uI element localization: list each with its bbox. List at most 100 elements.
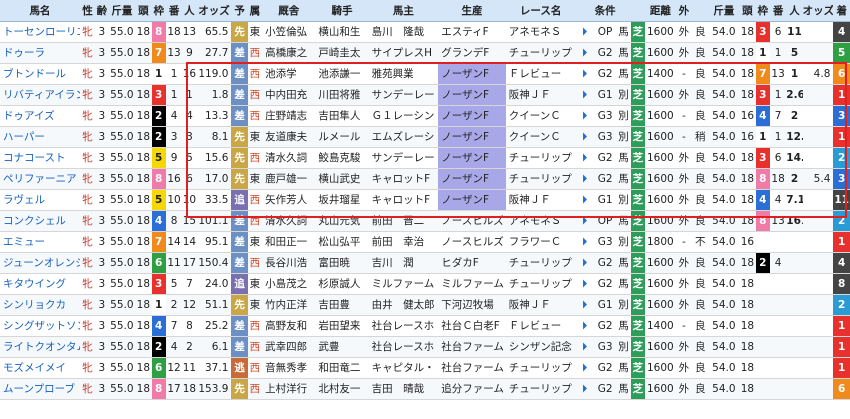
race-name-cell[interactable]: Ｆレビュー — [505, 63, 576, 85]
jockey-cell[interactable]: 川田将雅 — [315, 84, 369, 106]
horse-name-link[interactable]: ラヴェル — [0, 189, 80, 211]
column-header[interactable]: 騎手 — [315, 0, 369, 22]
race-name-cell[interactable]: フラワーＣ — [505, 231, 576, 253]
trainer-cell[interactable]: 友道康夫 — [262, 126, 316, 148]
race-name-cell[interactable]: チューリップ — [505, 42, 576, 64]
column-header[interactable]: 頭 — [739, 0, 756, 22]
race-name-cell[interactable]: チューリップ — [505, 252, 576, 274]
column-header[interactable]: 距離 — [645, 0, 676, 22]
horse-name-link[interactable]: モズメイメイ — [0, 357, 80, 379]
column-header[interactable]: 厩舎 — [262, 0, 316, 22]
trainer-cell[interactable]: 上村洋行 — [262, 378, 316, 400]
jockey-cell[interactable]: 池添謙一 — [315, 63, 369, 85]
play-icon[interactable]: ⏵ — [575, 336, 594, 358]
column-header[interactable]: 馬名 — [0, 0, 80, 22]
jockey-cell[interactable]: ルメール — [315, 126, 369, 148]
race-name-cell[interactable]: チューリップ — [505, 147, 576, 169]
play-icon[interactable]: ⏵ — [575, 252, 594, 274]
play-icon[interactable]: ⏵ — [575, 84, 594, 106]
play-icon[interactable]: ⏵ — [575, 21, 594, 43]
trainer-cell[interactable]: 矢作芳人 — [262, 189, 316, 211]
column-header[interactable]: 人 — [786, 0, 803, 22]
trainer-cell[interactable]: 小島茂之 — [262, 273, 316, 295]
column-header[interactable]: 斤量 — [708, 0, 740, 22]
column-header[interactable]: 性 — [79, 0, 96, 22]
column-header[interactable]: オッズ — [196, 0, 232, 22]
race-name-cell[interactable]: チューリップ — [505, 378, 576, 400]
horse-name-link[interactable]: ハーパー — [0, 126, 80, 148]
column-header[interactable] — [630, 0, 646, 22]
race-name-cell[interactable]: 阪神ＪＦ — [505, 294, 576, 316]
play-icon[interactable]: ⏵ — [575, 273, 594, 295]
jockey-cell[interactable]: 坂井瑠星 — [315, 189, 369, 211]
trainer-cell[interactable]: 高橋康之 — [262, 42, 316, 64]
trainer-cell[interactable]: 高野友和 — [262, 315, 316, 337]
column-header[interactable]: 生産 — [438, 0, 506, 22]
play-icon[interactable]: ⏵ — [575, 105, 594, 127]
column-header[interactable]: 馬主 — [368, 0, 439, 22]
horse-name-link[interactable]: コナコースト — [0, 147, 80, 169]
trainer-cell[interactable]: 池添学 — [262, 63, 316, 85]
horse-name-link[interactable]: ドゥアイズ — [0, 105, 80, 127]
column-header[interactable]: 条件 — [593, 0, 617, 22]
race-name-cell[interactable]: チューリップ — [505, 357, 576, 379]
column-header[interactable] — [616, 0, 631, 22]
jockey-cell[interactable]: 北村友一 — [315, 378, 369, 400]
column-header[interactable]: 人 — [182, 0, 197, 22]
column-header[interactable]: 番 — [769, 0, 787, 22]
horse-name-link[interactable]: ジューンオレンジ — [0, 252, 80, 274]
jockey-cell[interactable]: 横山武史 — [315, 168, 369, 190]
play-icon[interactable]: ⏵ — [575, 378, 594, 400]
play-icon[interactable]: ⏵ — [575, 315, 594, 337]
horse-name-link[interactable]: ムーンプローブ — [0, 378, 80, 400]
column-header[interactable] — [575, 0, 594, 22]
race-name-cell[interactable]: 阪神ＪＦ — [505, 84, 576, 106]
column-header[interactable] — [692, 0, 709, 22]
jockey-cell[interactable]: 杉原誠人 — [315, 273, 369, 295]
column-header[interactable]: 予 — [231, 0, 248, 22]
column-header[interactable]: 番 — [165, 0, 183, 22]
race-name-cell[interactable]: 阪神ＪＦ — [505, 189, 576, 211]
play-icon[interactable]: ⏵ — [575, 147, 594, 169]
jockey-cell[interactable]: 吉田隼人 — [315, 105, 369, 127]
jockey-cell[interactable]: 松山弘平 — [315, 231, 369, 253]
play-icon[interactable]: ⏵ — [575, 294, 594, 316]
race-name-cell[interactable]: チューリップ — [505, 273, 576, 295]
horse-name-link[interactable]: コンクシェル — [0, 210, 80, 232]
jockey-cell[interactable]: 吉田豊 — [315, 294, 369, 316]
trainer-cell[interactable]: 庄野靖志 — [262, 105, 316, 127]
column-header[interactable]: 外 — [675, 0, 693, 22]
play-icon[interactable]: ⏵ — [575, 63, 594, 85]
trainer-cell[interactable]: 鹿戸雄一 — [262, 168, 316, 190]
column-header[interactable]: 枠 — [755, 0, 770, 22]
trainer-cell[interactable]: 和田正一 — [262, 231, 316, 253]
column-header[interactable]: オッズ — [802, 0, 834, 22]
play-icon[interactable]: ⏵ — [575, 42, 594, 64]
play-icon[interactable]: ⏵ — [575, 231, 594, 253]
column-header[interactable]: 属 — [247, 0, 263, 22]
jockey-cell[interactable]: 横山和生 — [315, 21, 369, 43]
jockey-cell[interactable]: 岩田望来 — [315, 315, 369, 337]
race-name-cell[interactable]: シンザン記念 — [505, 336, 576, 358]
horse-name-link[interactable]: ペリファーニア — [0, 168, 80, 190]
horse-name-link[interactable]: リバティアイランド — [0, 84, 80, 106]
column-header[interactable]: 枠 — [151, 0, 166, 22]
column-header[interactable]: 齢 — [95, 0, 109, 22]
horse-name-link[interactable]: ドゥーラ — [0, 42, 80, 64]
jockey-cell[interactable]: 武豊 — [315, 336, 369, 358]
horse-name-link[interactable]: ブトンドール — [0, 63, 80, 85]
jockey-cell[interactable]: 戸崎圭太 — [315, 42, 369, 64]
race-name-cell[interactable]: アネモネＳ — [505, 21, 576, 43]
horse-name-link[interactable]: シングザットソング — [0, 315, 80, 337]
column-header[interactable]: 頭 — [135, 0, 152, 22]
trainer-cell[interactable]: 清水久詞 — [262, 147, 316, 169]
race-name-cell[interactable]: チューリップ — [505, 168, 576, 190]
race-name-cell[interactable]: Ｆレビュー — [505, 315, 576, 337]
trainer-cell[interactable]: 竹内正洋 — [262, 294, 316, 316]
jockey-cell[interactable]: 鮫島克駿 — [315, 147, 369, 169]
race-name-cell[interactable]: クイーンＣ — [505, 105, 576, 127]
trainer-cell[interactable]: 音無秀孝 — [262, 357, 316, 379]
trainer-cell[interactable]: 清水久詞 — [262, 210, 316, 232]
play-icon[interactable]: ⏵ — [575, 210, 594, 232]
race-name-cell[interactable]: アネモネＳ — [505, 210, 576, 232]
